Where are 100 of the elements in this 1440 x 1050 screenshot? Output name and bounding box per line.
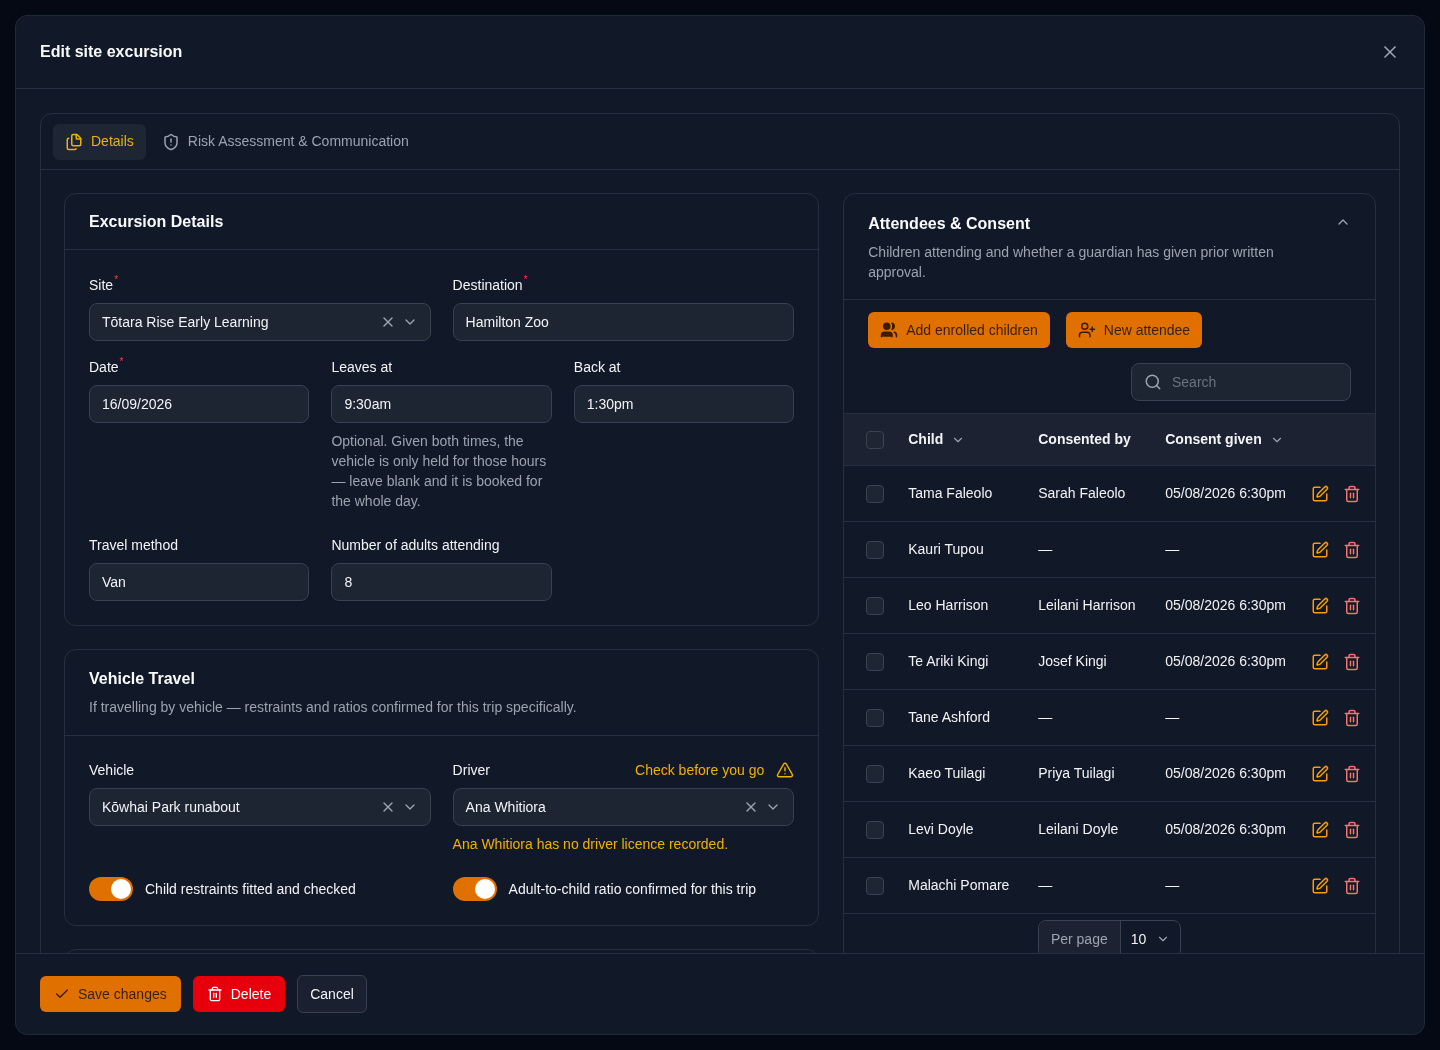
field-label: Site (89, 276, 114, 295)
checkbox[interactable] (866, 708, 885, 727)
required-marker: * (114, 275, 119, 285)
table-cell-text: Sarah Faleolo (1038, 484, 1127, 503)
trash-icon[interactable] (1343, 820, 1361, 839)
field-label: Destination (452, 276, 523, 295)
save-button[interactable]: Save changes (40, 976, 181, 1012)
table-cell-text: — (1038, 540, 1054, 559)
table-cell-text: Tane Ashford (908, 708, 991, 727)
help-text: Optional. Given both times, the vehicle is only held for those hours — leave blank and it is booked for the whole day. (331, 432, 548, 511)
table-cell-text: Kauri Tupou (908, 540, 985, 559)
field-label: Driver (452, 760, 490, 780)
user-plus-icon (1077, 321, 1096, 339)
search-field[interactable]: Search (1131, 363, 1351, 401)
trash-icon (206, 986, 223, 1002)
field-label: Back at (573, 358, 621, 377)
trash-icon[interactable] (1343, 484, 1361, 503)
table-cell-text: — (1165, 708, 1181, 727)
checkbox[interactable] (866, 820, 885, 839)
table-cell-text: 05/08/2026 6:30pm (1165, 764, 1287, 783)
table-cell-text: — (1038, 876, 1054, 895)
edit-icon[interactable] (1311, 764, 1329, 783)
select-field[interactable]: Ana Whitiora (452, 788, 795, 826)
table-cell-text: — (1165, 876, 1181, 895)
table-cell-text: 05/08/2026 6:30pm (1165, 652, 1287, 671)
required-marker: * (523, 275, 528, 285)
trash-icon[interactable] (1343, 876, 1361, 895)
text-field[interactable]: Van (89, 563, 310, 601)
action-button[interactable]: Add enrolled children (868, 312, 1050, 348)
delete-button[interactable]: Delete (192, 976, 286, 1012)
edit-icon[interactable] (1311, 876, 1329, 895)
warning-icon (776, 761, 795, 779)
cancel-button[interactable]: Cancel (297, 975, 367, 1013)
tab[interactable]: Risk Assessment & Communication (149, 123, 421, 160)
warning-link[interactable]: Check before you go (635, 759, 765, 781)
field-label: Vehicle (89, 761, 135, 780)
users-icon (880, 321, 899, 339)
edit-icon[interactable] (1311, 820, 1329, 839)
table-cell-text: 05/08/2026 6:30pm (1165, 596, 1287, 615)
edit-icon[interactable] (1311, 484, 1329, 503)
tab[interactable]: Details (53, 123, 146, 160)
table-cell-text: Leilani Doyle (1038, 820, 1120, 839)
section-title: Attendees & Consent (868, 214, 1032, 234)
table-cell-text: Leo Harrison (908, 596, 990, 615)
toggle-label: Child restraints fitted and checked (145, 879, 356, 899)
section-subtitle: If travelling by vehicle — restraints and ratios confirmed for this trip specifically. (89, 698, 578, 717)
field-label: Date (89, 358, 119, 377)
text-field[interactable]: Hamilton Zoo (452, 303, 795, 341)
search-icon (1144, 373, 1162, 391)
toggle-switch[interactable] (89, 877, 133, 901)
toggle-switch[interactable] (452, 877, 497, 901)
field-label: Number of adults attending (331, 536, 500, 555)
checkbox[interactable] (866, 652, 885, 671)
column-header[interactable]: Child (908, 429, 1039, 450)
table-cell-text: Tama Faleolo (908, 484, 994, 503)
section-title: Excursion Details (89, 211, 224, 232)
edit-icon[interactable] (1311, 540, 1329, 559)
select-field[interactable]: Tōtara Rise Early Learning (89, 303, 431, 341)
table-cell-text: 05/08/2026 6:30pm (1165, 484, 1287, 503)
edit-icon[interactable] (1311, 652, 1329, 671)
checkbox[interactable] (866, 484, 885, 503)
text-field[interactable]: 16/09/2026 (89, 385, 310, 423)
table-cell-text: — (1038, 708, 1054, 727)
trash-icon[interactable] (1343, 540, 1361, 559)
checkbox[interactable] (866, 596, 885, 615)
checkbox[interactable] (866, 430, 885, 449)
edit-icon[interactable] (1311, 596, 1329, 615)
text-field[interactable]: 9:30am (331, 385, 552, 423)
documents-icon (65, 132, 83, 151)
trash-icon[interactable] (1343, 764, 1361, 783)
table-cell-text: Te Ariki Kingi (908, 652, 990, 671)
warning-text: Ana Whitiora has no driver licence recorded. (452, 835, 730, 854)
dialog-title: Edit site excursion (40, 42, 183, 62)
trash-icon[interactable] (1343, 596, 1361, 615)
field-label: Leaves at (331, 358, 393, 377)
text-field[interactable]: 1:30pm (573, 385, 795, 423)
table-cell-text: Levi Doyle (908, 820, 975, 839)
shield-icon (161, 132, 180, 151)
checkbox[interactable] (866, 540, 885, 559)
section-subtitle: Children attending and whether a guardian has given prior written approval. (868, 243, 1275, 282)
action-button[interactable]: New attendee (1065, 312, 1203, 348)
field-label: Travel method (89, 536, 178, 555)
text-field[interactable]: 8 (331, 563, 552, 601)
table-cell-text: Priya Tuilagi (1038, 764, 1116, 783)
table-cell-text: 05/08/2026 6:30pm (1165, 820, 1287, 839)
table-cell-text: Josef Kingi (1038, 652, 1108, 671)
table-cell-text: — (1165, 540, 1181, 559)
select-field[interactable]: Kōwhai Park runabout (89, 788, 431, 826)
trash-icon[interactable] (1343, 652, 1361, 671)
toggle-label: Adult-to-child ratio confirmed for this trip (508, 879, 757, 899)
table-cell-text: Kaeo Tuilagi (908, 764, 987, 783)
column-header[interactable]: Consented by (1038, 429, 1166, 450)
table-cell-text: Leilani Harrison (1038, 596, 1137, 615)
per-page-select[interactable]: Per page 10 (1037, 920, 1182, 953)
edit-icon[interactable] (1311, 708, 1329, 727)
trash-icon[interactable] (1343, 708, 1361, 727)
checkbox[interactable] (866, 764, 885, 783)
checkbox[interactable] (866, 876, 885, 895)
required-marker: * (119, 357, 124, 367)
column-header[interactable]: Consent given (1165, 429, 1284, 450)
